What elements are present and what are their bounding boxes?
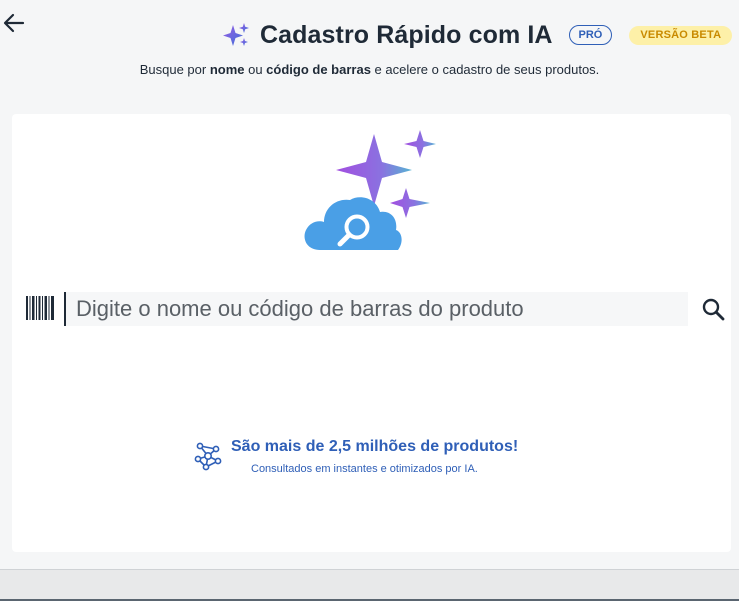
title-group: Cadastro Rápido com IA PRÓ VERSÃO BETA (222, 18, 733, 52)
promo-subtitle: Consultados em instantes e otimizados po… (251, 463, 478, 475)
pro-badge: PRÓ (568, 25, 613, 45)
subtitle-text: e acelere o cadastro de seus produtos. (370, 62, 600, 77)
search-icon (702, 298, 725, 321)
search-card: São mais de 2,5 milhões de produtos! Con… (12, 114, 731, 552)
network-icon (194, 442, 222, 471)
subtitle-bold-name: nome (209, 62, 245, 77)
bottom-bar (0, 569, 739, 601)
barcode-icon[interactable] (26, 296, 54, 320)
cloud-search-icon (304, 130, 436, 250)
search-row (24, 292, 725, 328)
promo-block: São mais de 2,5 milhões de produtos! Con… (194, 436, 534, 476)
subtitle-text: ou (244, 62, 267, 77)
beta-badge: VERSÃO BETA (629, 25, 733, 45)
page-subtitle: Busque por nome ou código de barras e ac… (0, 62, 739, 77)
page-title: Cadastro Rápido com IA (260, 20, 553, 49)
promo-title: São mais de 2,5 milhões de produtos! (231, 438, 519, 455)
subtitle-text: Busque por (139, 62, 210, 77)
page-header: Cadastro Rápido com IA PRÓ VERSÃO BETA (0, 18, 739, 52)
product-search-input[interactable] (64, 292, 688, 326)
sparkle-icon (223, 23, 249, 46)
subtitle-bold-barcode: código de barras (266, 62, 371, 77)
search-button[interactable] (696, 292, 730, 326)
